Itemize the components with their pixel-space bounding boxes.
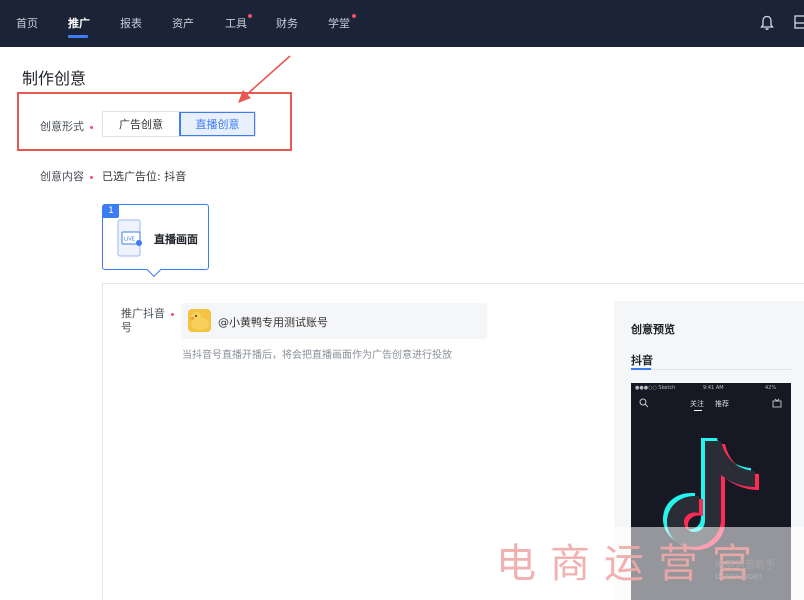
preview-title: 创意预览 (631, 323, 675, 336)
content-label: 创意内容 (40, 168, 93, 184)
phone-status-bar: ●●●○○ Sketch 9:41 AM 42% (631, 385, 791, 393)
account-name: @小黄鸭专用测试账号 (218, 316, 328, 329)
top-nav-bar: 首页 推广 报表 资产 工具 财务 学堂 (0, 0, 804, 47)
page-title: 制作创意 (22, 69, 87, 88)
required-dot (90, 175, 93, 179)
nav-active-indicator (68, 35, 88, 38)
account-label: 推广抖音号 (121, 307, 165, 334)
watermark-subtext: 电商运营助手 (715, 560, 775, 571)
nav-item-finance[interactable]: 财务 (276, 15, 298, 31)
nav-item-reports[interactable]: 报表 (120, 15, 142, 31)
nav-item-assets[interactable]: 资产 (172, 15, 194, 31)
live-icon-text: LIVE (124, 237, 135, 243)
nav-item-tools[interactable]: 工具 (225, 15, 247, 31)
watermark-url: dianxiaoer (715, 572, 763, 582)
live-screen-card[interactable]: 1 LIVE 直播画面 (102, 204, 209, 270)
phone-tab-following: 关注 (690, 400, 704, 408)
content-label-text: 创意内容 (40, 170, 84, 183)
selected-placement: 已选广告位: 抖音 (102, 170, 187, 183)
notification-dot (352, 14, 356, 18)
phone-tab-recommend: 推荐 (715, 400, 729, 408)
status-time: 9:41 AM (703, 385, 724, 391)
search-icon (639, 398, 649, 408)
annotation-arrow-icon (238, 55, 291, 103)
bell-icon[interactable] (760, 15, 774, 31)
nav-item-promotion[interactable]: 推广 (68, 15, 90, 31)
notification-dot (248, 14, 252, 18)
nav-item-academy[interactable]: 学堂 (328, 15, 350, 31)
preview-tab-douyin[interactable]: 抖音 (631, 352, 653, 368)
tab-divider (631, 369, 791, 370)
required-dot (171, 313, 174, 316)
avatar (188, 309, 211, 332)
status-carrier: ●●●○○ Sketch (635, 385, 676, 391)
live-tv-icon (772, 398, 782, 408)
status-battery: 42% (765, 385, 777, 391)
live-screen-icon: LIVE (117, 219, 142, 257)
live-screen-label: 直播画面 (154, 233, 198, 246)
account-selector[interactable]: @小黄鸭专用测试账号 (181, 303, 487, 339)
tab-active-indicator (631, 368, 651, 370)
panel-icon[interactable] (794, 15, 804, 29)
nav-item-home[interactable]: 首页 (16, 15, 38, 31)
account-hint: 当抖音号直播开播后，将会把直播画面作为广告创意进行投放 (182, 350, 452, 361)
card-index-badge: 1 (103, 205, 119, 218)
phone-tab-indicator (694, 410, 702, 411)
